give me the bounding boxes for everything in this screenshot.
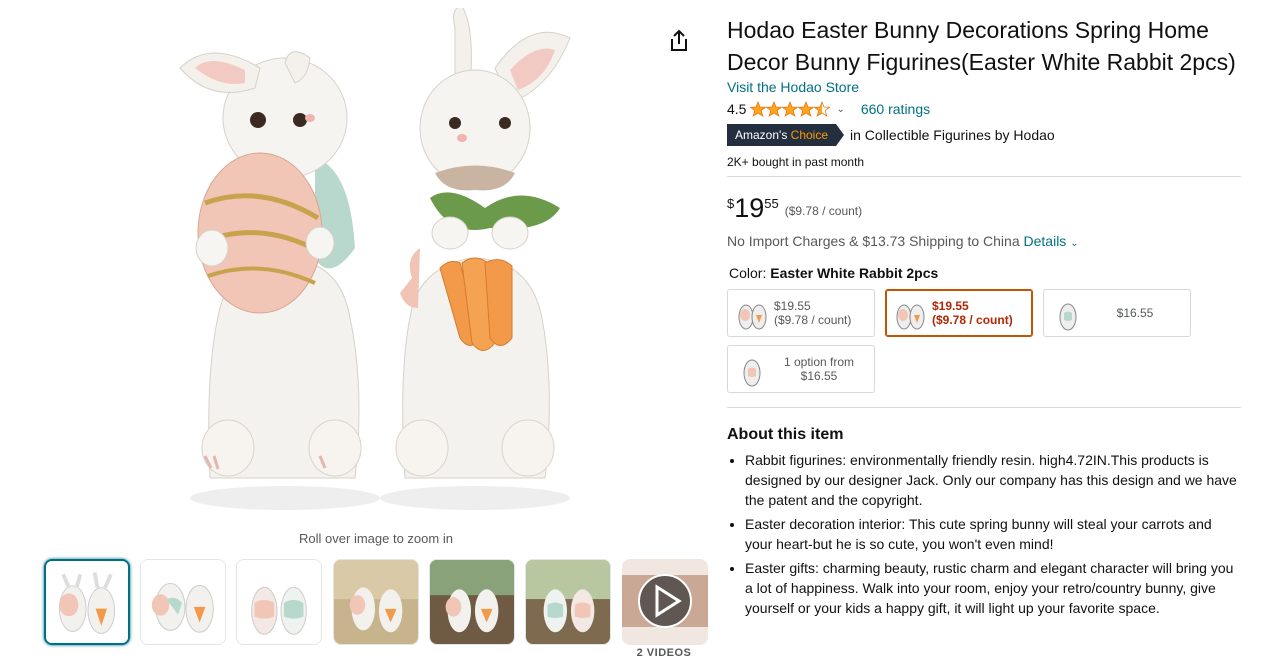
swatch-2[interactable]: $19.55 ($9.78 / count) [885,289,1033,337]
play-icon [638,574,692,628]
swatch-image [738,304,767,330]
price-fraction: 55 [764,196,779,211]
swatch-line2: $16.55 [800,369,838,383]
amazons-choice-badge: Amazon's Choice [727,124,845,146]
store-link[interactable]: Visit the Hodao Store [727,79,859,95]
divider [727,176,1241,177]
videos-count-label: 2 VIDEOS [636,647,692,659]
swatch-price: $16.55 [1090,306,1180,320]
thumbnail-2[interactable] [140,559,226,645]
swatch-price: 1 option from $16.55 [774,355,864,383]
swatch-line1: 1 option from [783,355,855,369]
thumbnail-6[interactable] [525,559,611,645]
thumbnail-1[interactable] [44,559,130,645]
rating-row: 4.5 ⌄ 660 ratings [727,98,1241,120]
divider [727,407,1241,408]
shipping-details-label: Details [1023,233,1067,249]
thumbnail-3[interactable] [236,559,322,645]
swatch-line2: ($9.78 / count) [774,313,852,327]
price-symbol: $ [727,196,735,211]
color-swatches: $19.55 ($9.78 / count) $19.55 ($9.78 / cou… [727,289,1241,401]
price-per-unit: ($9.78 / count) [784,204,863,218]
star-rating[interactable] [750,101,831,117]
stars-icon [750,101,831,117]
badge-prefix: Amazon's [735,128,788,142]
ratings-count-link[interactable]: 660 ratings [861,101,930,117]
share-icon [671,29,687,51]
product-details: Hodao Easter Bunny Decorations Spring Ho… [727,14,1241,622]
list-item: Easter gifts: charming beauty, rustic ch… [745,558,1241,618]
about-heading: About this item [727,426,844,443]
thumbnail-5[interactable] [429,559,515,645]
swatch-image [743,359,761,387]
feature-bullets: Rabbit figurines: environmentally friend… [727,450,1241,618]
color-label: Color: [729,265,767,281]
swatch-line1: $19.55 [774,299,811,313]
shipping-text: No Import Charges & $13.73 Shipping to C… [727,233,1020,249]
product-title: Hodao Easter Bunny Decorations Spring Ho… [727,17,1236,75]
swatch-1[interactable]: $19.55 ($9.78 / count) [727,289,875,337]
chevron-down-icon: ⌄ [1070,238,1079,249]
color-selector-label: Color: Easter White Rabbit 2pcs [727,265,1241,281]
shipping-info: No Import Charges & $13.73 Shipping to C… [727,233,1241,249]
thumbnail-video[interactable] [622,559,708,645]
list-item: Rabbit figurines: environmentally friend… [745,450,1241,510]
badge-category[interactable]: in Collectible Figurines by Hodao [850,127,1055,143]
zoom-hint: Roll over image to zoom in [299,531,453,546]
amazons-choice-row: Amazon's Choice in Collectible Figurines… [727,124,1241,146]
swatch-image [896,304,925,330]
bought-in-past-month: 2K+ bought in past month [727,155,865,169]
rating-value: 4.5 [727,101,747,117]
swatch-price: $19.55 ($9.78 / count) [774,299,851,327]
shipping-details-link[interactable]: Details ⌄ [1024,233,1079,249]
swatch-line2: ($9.78 / count) [932,313,1013,327]
swatch-price: $19.55 ($9.78 / count) [932,299,1013,327]
badge-choice-text: Choice [790,128,829,142]
price-whole: 19 [734,193,765,223]
thumbnail-4[interactable] [333,559,419,645]
swatch-line1: $16.55 [1116,306,1154,320]
chevron-down-icon[interactable]: ⌄ [836,104,844,115]
list-item: Easter decoration interior: This cute sp… [745,514,1241,554]
swatch-3[interactable]: $16.55 [1043,289,1191,337]
price-block: $ 19 55 ($9.78 / count) [727,194,1241,224]
swatch-line1: $19.55 [932,299,969,313]
swatch-image [1059,303,1077,331]
color-value: Easter White Rabbit 2pcs [770,265,939,281]
swatch-4[interactable]: 1 option from $16.55 [727,345,875,393]
share-button[interactable] [666,28,692,54]
main-product-image[interactable] [150,5,590,523]
